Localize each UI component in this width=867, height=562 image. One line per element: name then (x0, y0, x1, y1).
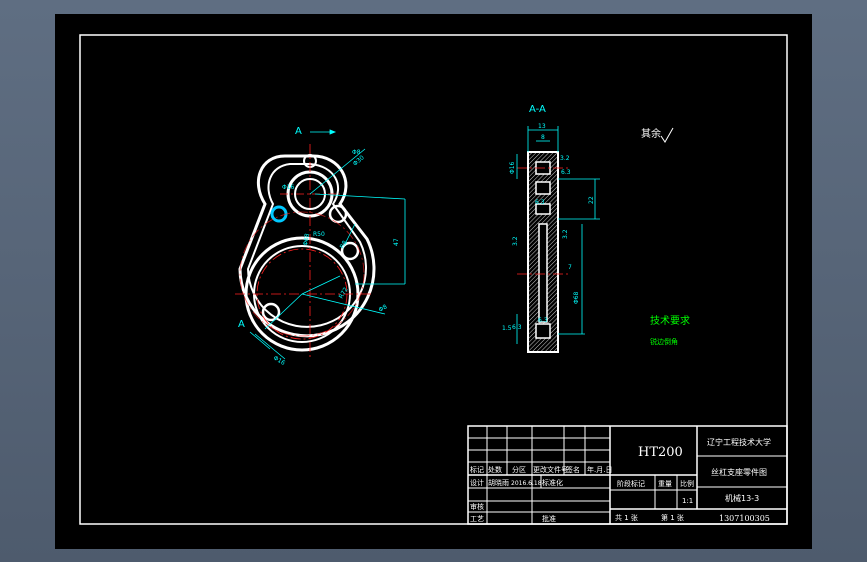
tb-stage-label: 阶段标记 (617, 479, 645, 488)
tb-header: 年.月.日 (587, 465, 612, 474)
roughness-symbol (660, 127, 674, 143)
dim-text: R72 (338, 286, 350, 300)
dim-text: 1.5 (502, 325, 512, 332)
tb-designer: 胡晓雨 (488, 478, 509, 487)
tb-scale-label: 比例 (680, 479, 694, 488)
tb-header: 更改文件号 (533, 465, 568, 474)
dim-text: Φ16 (509, 161, 516, 174)
tb-student-id: 1307100305 (719, 514, 770, 523)
tb-design-label: 设计 (470, 478, 484, 487)
tb-material: HT200 (638, 445, 683, 460)
dim-text: 7 (568, 264, 572, 271)
tb-weight-label: 重量 (658, 480, 672, 488)
dim-text: 3.2 (562, 229, 569, 239)
dim-text: 3.2 (560, 155, 570, 162)
small-hole-right (328, 204, 348, 224)
tb-school: 辽宁工程技术大学 (707, 437, 771, 447)
dim-text: 6.3 (538, 317, 548, 324)
dim-text: 6.3 (561, 169, 571, 176)
tb-standard-label: 标准化 (542, 478, 563, 487)
dim-text: 6.3 (535, 199, 545, 206)
tb-header: 签名 (566, 465, 580, 474)
dim-text: Φ30 (352, 154, 366, 167)
dim-text: R8 (339, 239, 349, 250)
section-label-bottom: A (238, 319, 245, 330)
dim-text: R50 (313, 231, 325, 238)
tb-header: 标记 (470, 465, 484, 474)
tb-check-label: 审核 (470, 502, 484, 511)
tb-date: 2016.6.18 (511, 480, 542, 487)
tb-header: 处数 (488, 465, 502, 474)
front-view (238, 154, 376, 352)
tb-approve-label: 批准 (542, 514, 556, 523)
section-title: A-A (529, 104, 546, 115)
cad-drawing: A A Φ8 Φ30 Φ16 R50 47 Φ68 R8 R72 Φ8 Φ16 … (79, 34, 788, 525)
tb-header: 分区 (512, 465, 526, 474)
tb-process-label: 工艺 (470, 515, 484, 523)
dim-text: Φ8 (378, 303, 389, 313)
dim-text: 13 (538, 123, 546, 130)
dim-text: Φ16 (272, 355, 286, 367)
surface-note: 其余 (641, 127, 661, 140)
cad-model-viewport[interactable]: A A Φ8 Φ30 Φ16 R50 47 Φ68 R8 R72 Φ8 Φ16 … (55, 14, 812, 549)
dim-text: Φ68 (302, 233, 311, 247)
dim-text: 3.2 (512, 236, 519, 246)
small-hole-left (270, 205, 288, 223)
tb-sheet-no: 第 1 张 (661, 513, 684, 522)
dim-text: 22 (588, 196, 595, 204)
dim-text: 6.3 (512, 324, 522, 331)
dim-text: Φ16 (282, 184, 295, 191)
tb-part-name: 丝杠支座零件图 (711, 467, 767, 477)
dim-text: Φ68 (573, 291, 580, 304)
tech-heading: 技术要求 (650, 314, 690, 327)
section-label-top: A (295, 126, 302, 137)
tech-line: 锐边倒角 (650, 337, 678, 346)
tb-sheet-total: 共 1 张 (615, 513, 638, 522)
dim-text: 47 (393, 238, 400, 246)
dim-text: 8 (541, 134, 545, 141)
tb-scale-value: 1:1 (682, 497, 693, 505)
tb-drawing-no: 机械13-3 (725, 493, 759, 503)
